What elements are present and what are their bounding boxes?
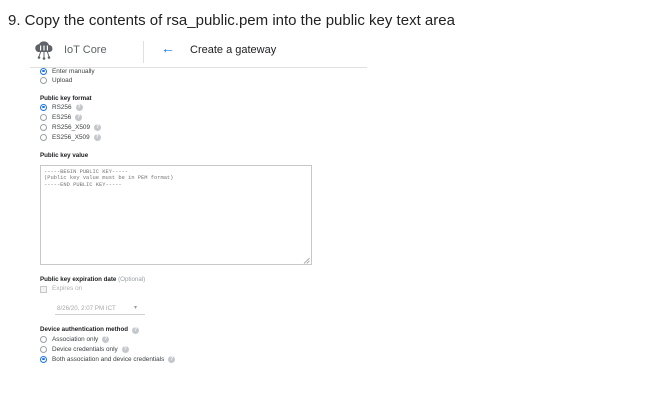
help-icon[interactable]: ? (121, 345, 129, 353)
radio-label: Device credentials only (52, 345, 118, 353)
dropdown-caret-icon[interactable]: ▾ (134, 304, 137, 311)
optional-label: (Optional) (118, 276, 146, 283)
expiration-date-label: Public key expiration date (Optional) (40, 276, 145, 283)
radio-button-selected[interactable] (40, 67, 47, 75)
radio-es256-x509[interactable]: ES256_X509 ? (40, 132, 101, 142)
radio-label: RS256_X509 (52, 123, 91, 131)
resize-handle-icon[interactable] (303, 257, 310, 264)
radio-es256[interactable]: ES256 ? (40, 112, 83, 122)
radio-button[interactable] (40, 113, 47, 121)
public-key-format-label: Public key format (40, 95, 92, 102)
expires-on-checkbox[interactable] (40, 286, 47, 293)
radio-label: Association only (52, 335, 99, 343)
radio-button[interactable] (40, 123, 47, 131)
iot-core-cloud-icon (35, 41, 53, 60)
radio-button-selected[interactable] (40, 103, 47, 111)
radio-button[interactable] (40, 133, 47, 141)
radio-label: Upload (52, 76, 73, 84)
header-divider (143, 41, 144, 63)
public-key-textarea[interactable] (40, 165, 312, 265)
radio-button-selected[interactable] (40, 355, 47, 363)
help-icon[interactable]: ? (94, 123, 102, 131)
radio-label: ES256 (52, 113, 72, 121)
help-icon[interactable]: ? (75, 103, 83, 111)
help-icon[interactable]: ? (102, 335, 110, 343)
expires-on-label: Expires on (52, 285, 83, 292)
radio-button[interactable] (40, 76, 47, 84)
radio-label: Both association and device credentials (52, 355, 165, 363)
device-auth-method-label: Device authentication method? (40, 326, 140, 334)
help-icon[interactable]: ? (93, 133, 101, 141)
radio-button[interactable] (40, 335, 47, 343)
radio-both-association-and-credentials[interactable]: Both association and device credentials … (40, 354, 176, 364)
radio-rs256[interactable]: RS256 ? (40, 102, 83, 112)
help-icon[interactable]: ? (132, 327, 140, 334)
radio-button[interactable] (40, 345, 47, 353)
back-arrow-icon[interactable]: ← (161, 40, 175, 56)
help-icon[interactable]: ? (75, 113, 83, 121)
expiration-date-value: 8/26/20, 2:07 PM ICT (57, 305, 116, 312)
product-name[interactable]: IoT Core (64, 44, 107, 56)
help-icon[interactable]: ? (168, 355, 176, 363)
radio-label: Enter manually (52, 67, 95, 75)
radio-rs256-x509[interactable]: RS256_X509 ? (40, 122, 102, 132)
radio-device-credentials-only[interactable]: Device credentials only ? (40, 344, 129, 354)
device-auth-method-text: Device authentication method (40, 326, 129, 333)
step-instruction: 9. Copy the contents of rsa_public.pem i… (8, 12, 455, 29)
radio-label: ES256_X509 (52, 133, 90, 141)
radio-association-only[interactable]: Association only ? (40, 334, 110, 344)
radio-upload[interactable]: Upload (40, 75, 72, 85)
public-key-value-label: Public key value (40, 152, 89, 159)
expiration-label-text: Public key expiration date (40, 276, 117, 283)
page-title: Create a gateway (190, 44, 277, 56)
radio-label: RS256 (52, 103, 72, 111)
